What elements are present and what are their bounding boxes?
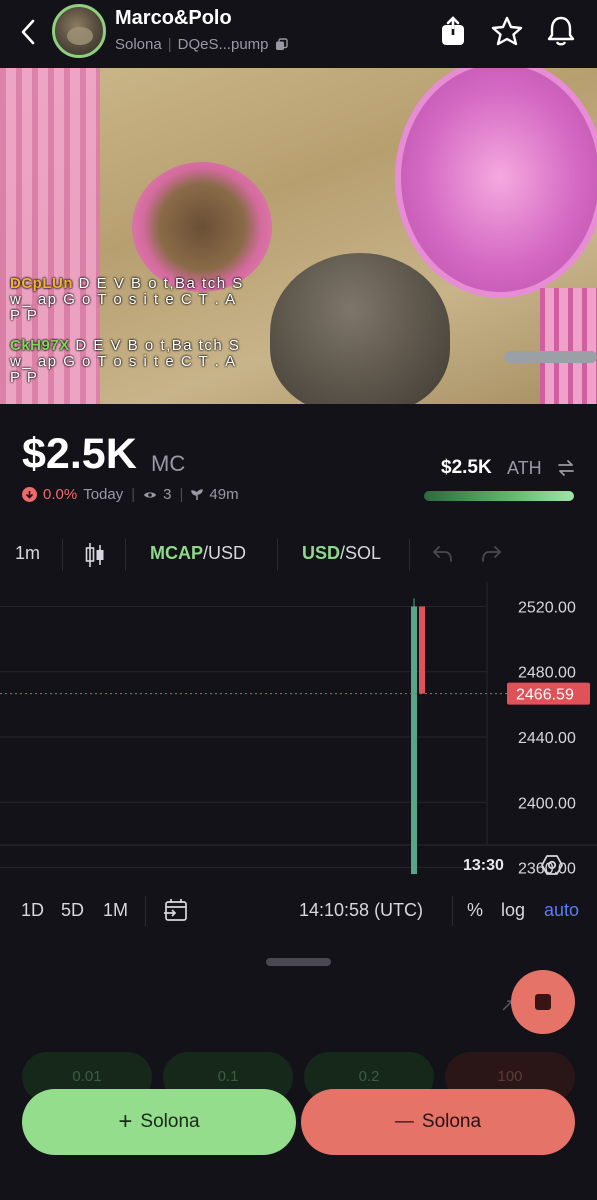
hamster-wheel <box>395 68 597 298</box>
candlestick-icon <box>85 543 104 567</box>
minus-icon: — <box>394 1111 414 1132</box>
food-bowl <box>132 162 272 292</box>
amount-value: 100 <box>497 1068 523 1085</box>
change-period: Today <box>83 486 124 503</box>
back-button[interactable] <box>14 14 42 50</box>
toolbar-divider <box>277 539 278 571</box>
amount-value: 0.2 <box>358 1068 380 1085</box>
toolbar-divider <box>125 539 126 571</box>
range-5d[interactable]: 5D <box>61 900 84 921</box>
range-1m[interactable]: 1M <box>103 900 128 921</box>
meta-divider: | <box>167 36 172 53</box>
undo-icon[interactable] <box>431 545 453 563</box>
y-tick-label: 2440.00 <box>518 730 576 747</box>
ath-label: ATH <box>507 458 542 478</box>
buy-button[interactable]: + Solona <box>22 1089 296 1155</box>
alert-button[interactable] <box>544 14 578 48</box>
market-cap-value: $2.5K <box>22 430 137 478</box>
token-meta: Solona | DQeS...pump <box>115 36 288 53</box>
percent-scale-toggle[interactable]: % <box>467 900 483 921</box>
usd-suffix: /SOL <box>340 543 382 563</box>
y-tick-label: 2480.00 <box>518 665 576 682</box>
interval-selector[interactable]: 1m <box>15 543 40 564</box>
eye-icon <box>144 491 157 498</box>
chat-username: DCpLUn <box>10 275 73 292</box>
current-price-label: 2466.59 <box>516 687 574 704</box>
toolbar-divider <box>409 539 410 571</box>
ath-value: $2.5K <box>441 457 492 478</box>
candle-body <box>411 606 417 875</box>
chat-message: CkH97X D E V B o t,Ba tch S w_ ap G o T … <box>10 338 250 386</box>
mcap-suffix: /USD <box>203 543 247 563</box>
toolbar-divider <box>62 539 63 571</box>
sprout-icon <box>191 488 204 500</box>
divider: | <box>179 486 184 503</box>
copy-icon[interactable] <box>275 38 288 51</box>
bell-icon <box>547 16 575 46</box>
usd-label: USD <box>302 543 341 563</box>
amount-value: 0.01 <box>72 1068 102 1085</box>
change-percent: 0.0% <box>43 486 78 503</box>
arrow-down-icon <box>22 487 37 502</box>
stop-button[interactable] <box>511 970 575 1034</box>
chat-message: DCpLUn D E V B o t,Ba tch S w_ ap G o T … <box>10 276 250 324</box>
chain-label: Solona <box>115 36 162 53</box>
stats-row: 0.0% Today | 3 | 49m <box>22 486 239 503</box>
plus-icon: + <box>118 1108 133 1135</box>
token-name: Marco&Polo <box>115 7 232 29</box>
currency-toggle[interactable]: USD/SOL <box>302 543 381 564</box>
share-icon <box>442 16 464 45</box>
sheet-grabber[interactable] <box>266 958 331 966</box>
chevron-left-icon <box>21 19 35 45</box>
toolbar-divider <box>452 896 453 926</box>
divider: | <box>131 486 136 503</box>
water-bottle <box>504 351 597 363</box>
share-button[interactable] <box>436 14 470 48</box>
time-axis-label: 13:30 <box>463 857 504 874</box>
chat-username: CkH97X <box>10 337 70 354</box>
chart-settings-icon[interactable] <box>541 854 563 876</box>
sell-label: Solona <box>421 1111 482 1132</box>
mcap-label: MCAP <box>150 543 203 563</box>
stop-icon <box>535 994 551 1010</box>
y-tick-label: 2520.00 <box>518 599 576 616</box>
y-tick-label: 2400.00 <box>518 795 576 812</box>
token-age: 49m <box>209 486 239 503</box>
goto-date-icon[interactable] <box>163 897 189 923</box>
star-icon <box>491 16 523 46</box>
contract-address[interactable]: DQeS...pump <box>178 36 269 53</box>
toolbar-divider <box>145 896 146 926</box>
candle-body <box>419 606 425 694</box>
hamster <box>270 253 450 404</box>
sell-button[interactable]: — Solona <box>301 1089 575 1155</box>
amount-value: 0.1 <box>217 1068 239 1085</box>
favorite-button[interactable] <box>490 14 524 48</box>
buy-label: Solona <box>140 1111 200 1132</box>
range-1d[interactable]: 1D <box>21 900 44 921</box>
cage-bars-right <box>540 288 597 404</box>
viewer-count: 3 <box>163 486 172 503</box>
log-scale-toggle[interactable]: log <box>501 900 525 921</box>
mcap-toggle[interactable]: MCAP/USD <box>150 543 246 564</box>
price-chart[interactable]: 2520.002480.002440.002400.002360.002466.… <box>0 582 597 892</box>
utc-clock: 14:10:58 (UTC) <box>299 900 424 920</box>
auto-scale-toggle[interactable]: auto <box>544 900 579 921</box>
swap-icon[interactable] <box>557 459 575 477</box>
token-avatar[interactable] <box>52 4 106 58</box>
market-cap-label: MC <box>151 451 186 476</box>
redo-icon[interactable] <box>481 545 503 563</box>
candle-type-button[interactable] <box>84 541 106 574</box>
ath-progress-bar <box>424 491 574 501</box>
